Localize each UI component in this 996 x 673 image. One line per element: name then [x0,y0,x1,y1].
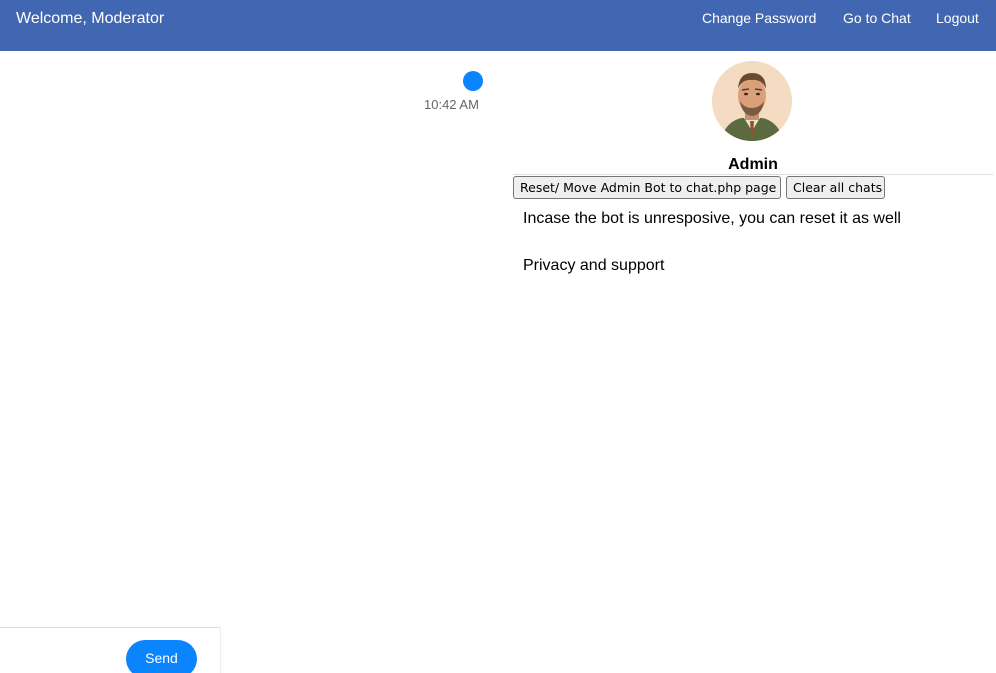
clear-all-chats-button[interactable]: Clear all chats [786,176,885,199]
message-bubble-dot [463,71,483,91]
reset-hint-text: Incase the bot is unresposive, you can r… [523,210,901,227]
admin-avatar-portrait-icon [712,61,792,141]
reset-admin-bot-button[interactable]: Reset/ Move Admin Bot to chat.php page [513,176,781,199]
admin-divider [513,174,993,175]
privacy-support-text: Privacy and support [523,257,665,274]
message-timestamp: 10:42 AM [424,97,479,112]
send-button[interactable]: Send [126,640,197,673]
top-navbar: Welcome, Moderator Change Password Go to… [0,0,996,51]
admin-name: Admin [728,156,778,173]
logout-link[interactable]: Logout [936,10,979,26]
admin-avatar [712,61,792,141]
welcome-text: Welcome, Moderator [16,10,165,27]
go-to-chat-link[interactable]: Go to Chat [843,10,911,26]
change-password-link[interactable]: Change Password [702,10,816,26]
